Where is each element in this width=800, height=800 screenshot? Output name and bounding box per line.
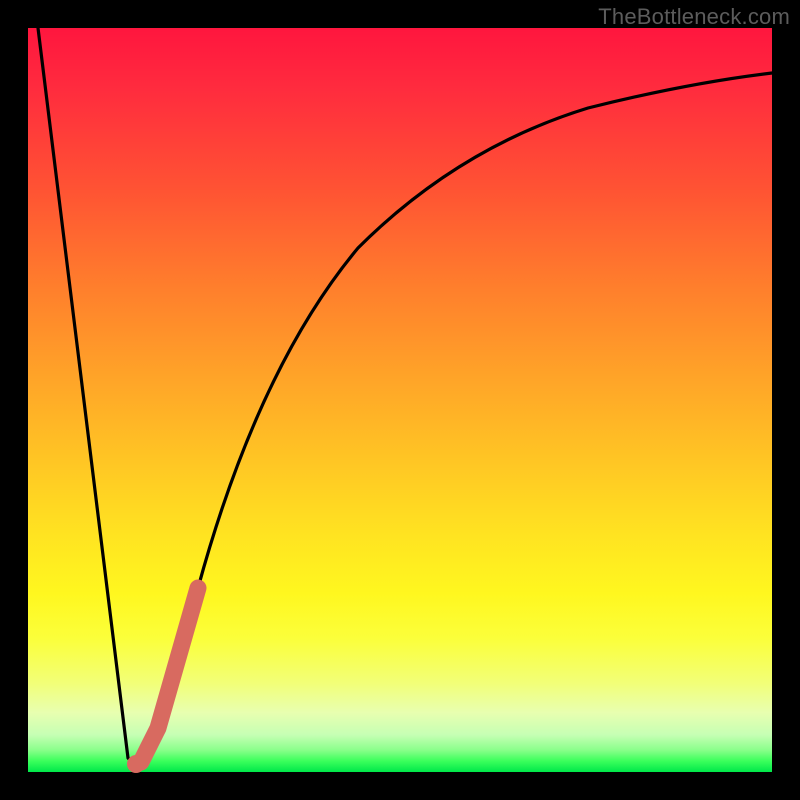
minimum-marker	[127, 755, 145, 773]
watermark-text: TheBottleneck.com	[598, 4, 790, 30]
bottleneck-curve	[38, 28, 772, 766]
chart-frame: TheBottleneck.com	[0, 0, 800, 800]
marker-band	[141, 588, 198, 762]
chart-svg	[28, 28, 772, 772]
chart-plot-area	[28, 28, 772, 772]
